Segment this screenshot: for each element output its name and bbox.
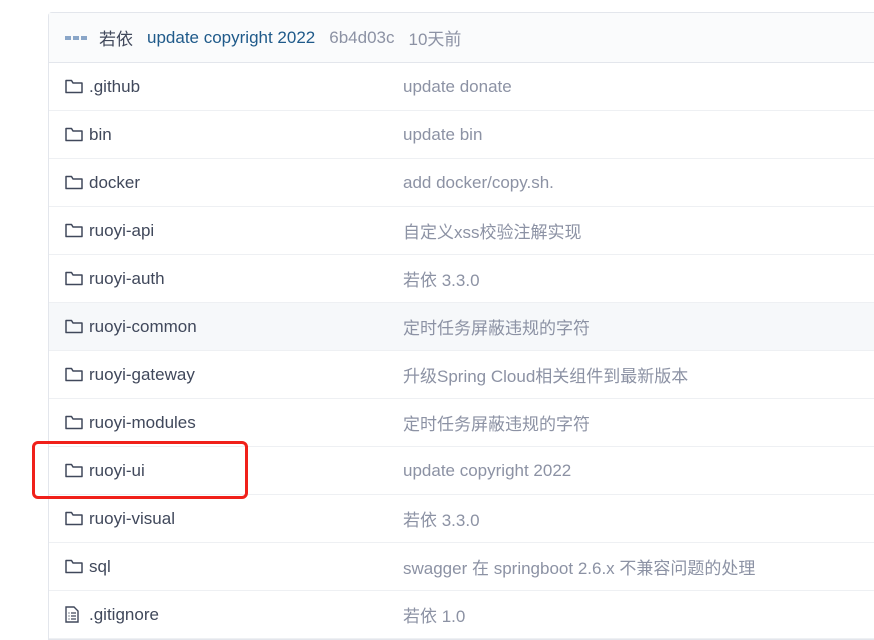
file-name-link[interactable]: ruoyi-modules	[89, 413, 403, 433]
commit-message-link[interactable]: 若依 1.0	[403, 602, 465, 627]
commit-message-link[interactable]: add docker/copy.sh.	[403, 173, 554, 193]
file-row[interactable]: ruoyi-modules 定时任务屏蔽违规的字符	[49, 399, 874, 447]
folder-icon	[65, 511, 83, 527]
commit-author[interactable]: 若依	[99, 25, 133, 50]
file-row[interactable]: bin update bin	[49, 111, 874, 159]
commit-message-link[interactable]: 自定义xss校验注解实现	[403, 218, 582, 243]
file-list: 若依 update copyright 2022 6b4d03c 10天前 .g…	[48, 12, 874, 640]
file-name-link[interactable]: .gitignore	[89, 605, 403, 625]
commit-sha[interactable]: 6b4d03c	[329, 28, 394, 48]
folder-icon	[65, 559, 83, 575]
file-row[interactable]: docker add docker/copy.sh.	[49, 159, 874, 207]
file-row[interactable]: ruoyi-visual 若依 3.3.0	[49, 495, 874, 543]
file-name-link[interactable]: sql	[89, 557, 403, 577]
author-avatar[interactable]	[65, 33, 89, 43]
folder-icon	[65, 79, 83, 95]
commit-message-link[interactable]: update copyright 2022	[403, 461, 571, 481]
file-name-link[interactable]: ruoyi-auth	[89, 269, 403, 289]
commit-message-link[interactable]: 定时任务屏蔽违规的字符	[403, 410, 590, 435]
folder-icon	[65, 127, 83, 143]
folder-icon	[65, 271, 83, 287]
file-name-link[interactable]: ruoyi-common	[89, 317, 403, 337]
commit-time: 10天前	[408, 30, 462, 49]
folder-icon	[65, 319, 83, 335]
commit-message-link[interactable]: 若依 3.3.0	[403, 506, 480, 531]
file-name-link[interactable]: ruoyi-api	[89, 221, 403, 241]
folder-icon	[65, 367, 83, 383]
highlight-annotation-box	[32, 441, 248, 499]
folder-icon	[65, 415, 83, 431]
commit-message-link[interactable]: 若依 3.3.0	[403, 266, 480, 291]
folder-icon	[65, 223, 83, 239]
last-commit-header: 若依 update copyright 2022 6b4d03c 10天前	[49, 13, 874, 63]
file-row[interactable]: ruoyi-gateway 升级Spring Cloud相关组件到最新版本	[49, 351, 874, 399]
file-name-link[interactable]: ruoyi-gateway	[89, 365, 403, 385]
file-name-link[interactable]: docker	[89, 173, 403, 193]
folder-icon	[65, 175, 83, 191]
file-row[interactable]: sql swagger 在 springboot 2.6.x 不兼容问题的处理	[49, 543, 874, 591]
commit-message-link[interactable]: swagger 在 springboot 2.6.x 不兼容问题的处理	[403, 554, 755, 579]
commit-message-link[interactable]: update copyright 2022	[147, 28, 315, 48]
file-row[interactable]: ruoyi-auth 若依 3.3.0	[49, 255, 874, 303]
file-text-icon	[65, 606, 83, 623]
commit-message-link[interactable]: update donate	[403, 77, 512, 97]
file-name-link[interactable]: bin	[89, 125, 403, 145]
commit-message-link[interactable]: 定时任务屏蔽违规的字符	[403, 314, 590, 339]
file-name-link[interactable]: ruoyi-visual	[89, 509, 403, 529]
commit-message-link[interactable]: 升级Spring Cloud相关组件到最新版本	[403, 362, 688, 387]
commit-message-link[interactable]: update bin	[403, 125, 482, 145]
file-row[interactable]: .github update donate	[49, 63, 874, 111]
file-name-link[interactable]: .github	[89, 77, 403, 97]
file-row[interactable]: ruoyi-common 定时任务屏蔽违规的字符	[49, 303, 874, 351]
file-row[interactable]: ruoyi-api 自定义xss校验注解实现	[49, 207, 874, 255]
